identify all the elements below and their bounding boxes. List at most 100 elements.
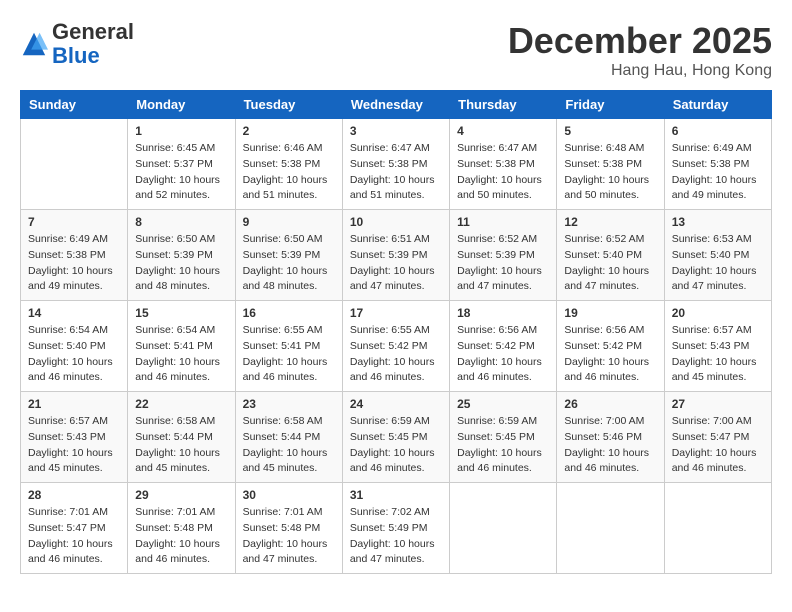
day-number: 11 bbox=[457, 215, 549, 229]
logo-blue-text: Blue bbox=[52, 43, 100, 68]
day-number: 13 bbox=[672, 215, 764, 229]
day-info: Sunrise: 6:56 AM Sunset: 5:42 PM Dayligh… bbox=[457, 323, 549, 386]
calendar-cell: 18 Sunrise: 6:56 AM Sunset: 5:42 PM Dayli… bbox=[450, 301, 557, 392]
day-info: Sunrise: 6:59 AM Sunset: 5:45 PM Dayligh… bbox=[457, 414, 549, 477]
calendar-cell bbox=[21, 119, 128, 210]
day-number: 9 bbox=[243, 215, 335, 229]
day-info: Sunrise: 6:55 AM Sunset: 5:41 PM Dayligh… bbox=[243, 323, 335, 386]
day-info: Sunrise: 6:49 AM Sunset: 5:38 PM Dayligh… bbox=[28, 232, 120, 295]
weekday-header-row: SundayMondayTuesdayWednesdayThursdayFrid… bbox=[21, 91, 772, 119]
weekday-header-thursday: Thursday bbox=[450, 91, 557, 119]
day-info: Sunrise: 6:54 AM Sunset: 5:40 PM Dayligh… bbox=[28, 323, 120, 386]
day-number: 2 bbox=[243, 124, 335, 138]
calendar-table: SundayMondayTuesdayWednesdayThursdayFrid… bbox=[20, 90, 772, 574]
calendar-cell: 29 Sunrise: 7:01 AM Sunset: 5:48 PM Dayli… bbox=[128, 483, 235, 574]
calendar-cell: 15 Sunrise: 6:54 AM Sunset: 5:41 PM Dayli… bbox=[128, 301, 235, 392]
calendar-cell bbox=[450, 483, 557, 574]
calendar-cell: 6 Sunrise: 6:49 AM Sunset: 5:38 PM Daylig… bbox=[664, 119, 771, 210]
day-number: 28 bbox=[28, 488, 120, 502]
day-number: 6 bbox=[672, 124, 764, 138]
day-number: 10 bbox=[350, 215, 442, 229]
day-info: Sunrise: 6:58 AM Sunset: 5:44 PM Dayligh… bbox=[135, 414, 227, 477]
day-number: 5 bbox=[564, 124, 656, 138]
weekday-header-monday: Monday bbox=[128, 91, 235, 119]
calendar-cell: 31 Sunrise: 7:02 AM Sunset: 5:49 PM Dayli… bbox=[342, 483, 449, 574]
day-info: Sunrise: 6:47 AM Sunset: 5:38 PM Dayligh… bbox=[457, 141, 549, 204]
week-row-0: 1Sunrise: 6:45 AM Sunset: 5:37 PM Daylig… bbox=[21, 119, 772, 210]
calendar-cell: 20 Sunrise: 6:57 AM Sunset: 5:43 PM Dayli… bbox=[664, 301, 771, 392]
day-number: 18 bbox=[457, 306, 549, 320]
calendar-cell: 19Sunrise: 6:56 AM Sunset: 5:42 PM Dayli… bbox=[557, 301, 664, 392]
calendar-cell: 30 Sunrise: 7:01 AM Sunset: 5:48 PM Dayli… bbox=[235, 483, 342, 574]
day-number: 24 bbox=[350, 397, 442, 411]
page-header: General Blue December 2025 Hang Hau, Hon… bbox=[20, 20, 772, 80]
calendar-cell: 27 Sunrise: 7:00 AM Sunset: 5:47 PM Dayli… bbox=[664, 392, 771, 483]
weekday-header-tuesday: Tuesday bbox=[235, 91, 342, 119]
day-info: Sunrise: 7:01 AM Sunset: 5:47 PM Dayligh… bbox=[28, 505, 120, 568]
day-info: Sunrise: 6:48 AM Sunset: 5:38 PM Dayligh… bbox=[564, 141, 656, 204]
day-number: 23 bbox=[243, 397, 335, 411]
week-row-1: 7 Sunrise: 6:49 AM Sunset: 5:38 PM Daylig… bbox=[21, 210, 772, 301]
day-info: Sunrise: 6:54 AM Sunset: 5:41 PM Dayligh… bbox=[135, 323, 227, 386]
day-info: Sunrise: 6:45 AM Sunset: 5:37 PM Dayligh… bbox=[135, 141, 227, 204]
day-number: 12 bbox=[564, 215, 656, 229]
day-info: Sunrise: 6:47 AM Sunset: 5:38 PM Dayligh… bbox=[350, 141, 442, 204]
calendar-cell: 5 Sunrise: 6:48 AM Sunset: 5:38 PM Daylig… bbox=[557, 119, 664, 210]
day-number: 26 bbox=[564, 397, 656, 411]
day-number: 15 bbox=[135, 306, 227, 320]
day-info: Sunrise: 6:51 AM Sunset: 5:39 PM Dayligh… bbox=[350, 232, 442, 295]
day-info: Sunrise: 6:49 AM Sunset: 5:38 PM Dayligh… bbox=[672, 141, 764, 204]
day-number: 27 bbox=[672, 397, 764, 411]
day-number: 7 bbox=[28, 215, 120, 229]
day-info: Sunrise: 6:57 AM Sunset: 5:43 PM Dayligh… bbox=[672, 323, 764, 386]
title-block: December 2025 Hang Hau, Hong Kong bbox=[508, 20, 772, 80]
day-number: 29 bbox=[135, 488, 227, 502]
week-row-3: 21 Sunrise: 6:57 AM Sunset: 5:43 PM Dayli… bbox=[21, 392, 772, 483]
day-info: Sunrise: 6:46 AM Sunset: 5:38 PM Dayligh… bbox=[243, 141, 335, 204]
day-number: 17 bbox=[350, 306, 442, 320]
day-number: 20 bbox=[672, 306, 764, 320]
calendar-cell: 2 Sunrise: 6:46 AM Sunset: 5:38 PM Daylig… bbox=[235, 119, 342, 210]
weekday-header-friday: Friday bbox=[557, 91, 664, 119]
calendar-cell: 25 Sunrise: 6:59 AM Sunset: 5:45 PM Dayli… bbox=[450, 392, 557, 483]
day-info: Sunrise: 7:00 AM Sunset: 5:46 PM Dayligh… bbox=[564, 414, 656, 477]
day-number: 30 bbox=[243, 488, 335, 502]
day-number: 16 bbox=[243, 306, 335, 320]
day-info: Sunrise: 6:55 AM Sunset: 5:42 PM Dayligh… bbox=[350, 323, 442, 386]
day-info: Sunrise: 6:50 AM Sunset: 5:39 PM Dayligh… bbox=[135, 232, 227, 295]
week-row-2: 14Sunrise: 6:54 AM Sunset: 5:40 PM Dayli… bbox=[21, 301, 772, 392]
calendar-cell: 28 Sunrise: 7:01 AM Sunset: 5:47 PM Dayli… bbox=[21, 483, 128, 574]
day-info: Sunrise: 7:01 AM Sunset: 5:48 PM Dayligh… bbox=[243, 505, 335, 568]
logo-general-text: General bbox=[52, 19, 134, 44]
day-number: 25 bbox=[457, 397, 549, 411]
calendar-cell bbox=[557, 483, 664, 574]
calendar-cell: 11Sunrise: 6:52 AM Sunset: 5:39 PM Dayli… bbox=[450, 210, 557, 301]
day-info: Sunrise: 7:01 AM Sunset: 5:48 PM Dayligh… bbox=[135, 505, 227, 568]
calendar-cell: 7 Sunrise: 6:49 AM Sunset: 5:38 PM Daylig… bbox=[21, 210, 128, 301]
calendar-cell bbox=[664, 483, 771, 574]
calendar-cell: 10 Sunrise: 6:51 AM Sunset: 5:39 PM Dayli… bbox=[342, 210, 449, 301]
calendar-cell: 22Sunrise: 6:58 AM Sunset: 5:44 PM Dayli… bbox=[128, 392, 235, 483]
calendar-cell: 9 Sunrise: 6:50 AM Sunset: 5:39 PM Daylig… bbox=[235, 210, 342, 301]
calendar-cell: 8 Sunrise: 6:50 AM Sunset: 5:39 PM Daylig… bbox=[128, 210, 235, 301]
day-info: Sunrise: 6:50 AM Sunset: 5:39 PM Dayligh… bbox=[243, 232, 335, 295]
month-title: December 2025 bbox=[508, 20, 772, 62]
logo: General Blue bbox=[20, 20, 134, 68]
calendar-cell: 1Sunrise: 6:45 AM Sunset: 5:37 PM Daylig… bbox=[128, 119, 235, 210]
day-number: 31 bbox=[350, 488, 442, 502]
day-number: 8 bbox=[135, 215, 227, 229]
day-number: 21 bbox=[28, 397, 120, 411]
weekday-header-saturday: Saturday bbox=[664, 91, 771, 119]
calendar-cell: 24Sunrise: 6:59 AM Sunset: 5:45 PM Dayli… bbox=[342, 392, 449, 483]
day-info: Sunrise: 7:00 AM Sunset: 5:47 PM Dayligh… bbox=[672, 414, 764, 477]
calendar-cell: 23Sunrise: 6:58 AM Sunset: 5:44 PM Dayli… bbox=[235, 392, 342, 483]
calendar-cell: 12Sunrise: 6:52 AM Sunset: 5:40 PM Dayli… bbox=[557, 210, 664, 301]
day-info: Sunrise: 6:56 AM Sunset: 5:42 PM Dayligh… bbox=[564, 323, 656, 386]
logo-icon bbox=[20, 30, 48, 58]
calendar-cell: 4Sunrise: 6:47 AM Sunset: 5:38 PM Daylig… bbox=[450, 119, 557, 210]
day-info: Sunrise: 6:57 AM Sunset: 5:43 PM Dayligh… bbox=[28, 414, 120, 477]
day-number: 3 bbox=[350, 124, 442, 138]
calendar-cell: 14Sunrise: 6:54 AM Sunset: 5:40 PM Dayli… bbox=[21, 301, 128, 392]
day-info: Sunrise: 7:02 AM Sunset: 5:49 PM Dayligh… bbox=[350, 505, 442, 568]
calendar-cell: 17 Sunrise: 6:55 AM Sunset: 5:42 PM Dayli… bbox=[342, 301, 449, 392]
